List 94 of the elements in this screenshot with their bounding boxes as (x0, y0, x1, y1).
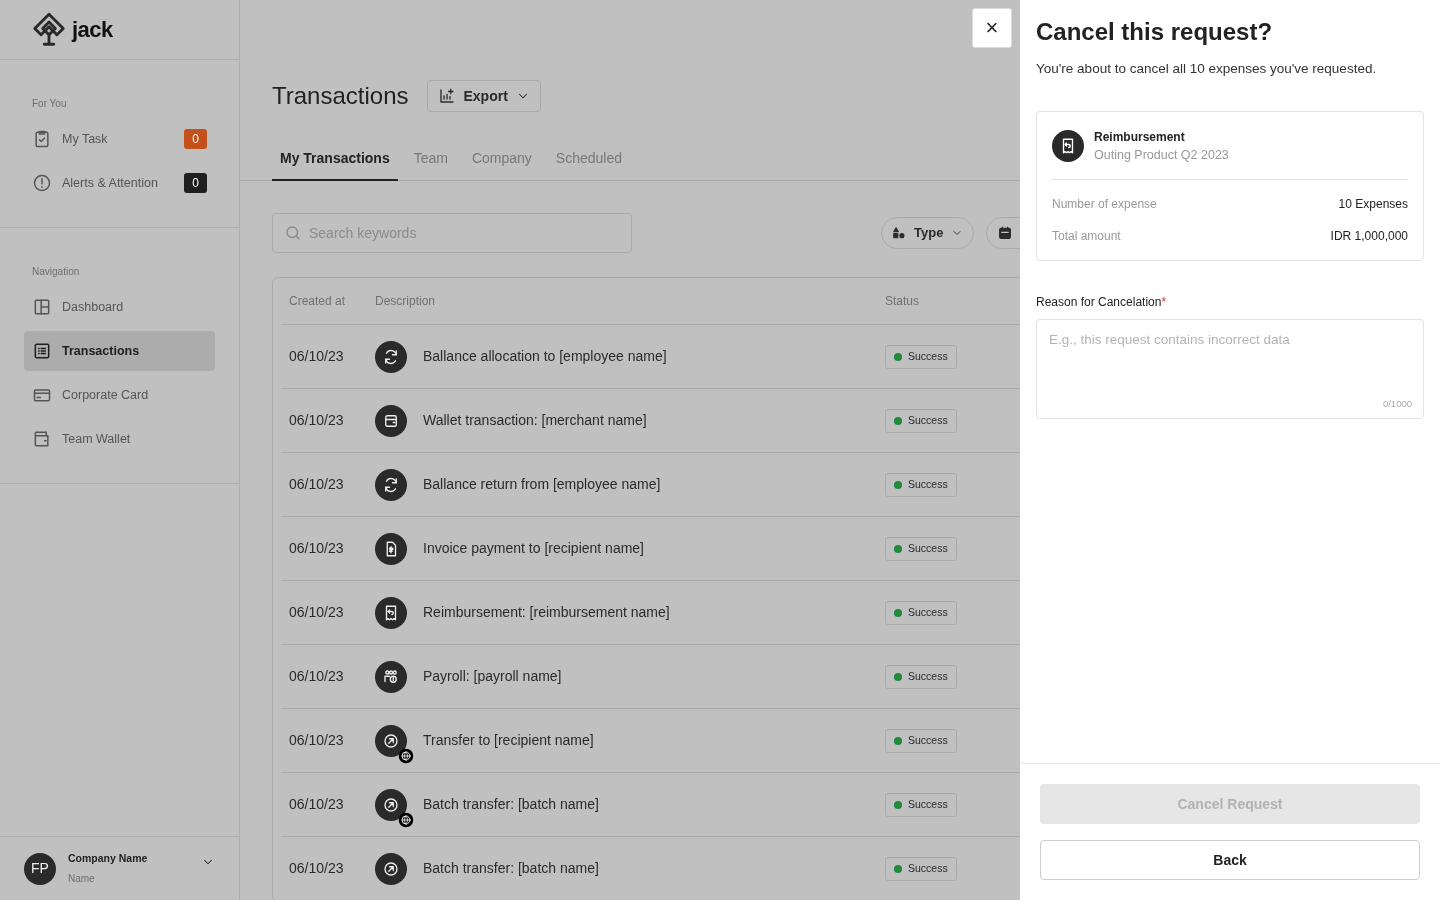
page-title: Transactions (272, 81, 409, 111)
status-badge: Success (885, 537, 957, 561)
tab[interactable]: Team (405, 140, 456, 181)
status-dot (894, 545, 902, 553)
section-heading: For You (31, 97, 68, 111)
description-cell-text: Ballance allocation to [employee name] (423, 347, 667, 366)
arrow-circle-icon (375, 724, 407, 757)
status-badge: Success (885, 601, 957, 625)
status-dot (894, 417, 902, 425)
count-badge: 0 (184, 173, 207, 193)
request-type: Reimbursement (1094, 129, 1186, 147)
column-header: Status (885, 293, 921, 310)
status-dot (894, 737, 902, 745)
section-heading: Navigation (31, 265, 81, 279)
status-dot (894, 353, 902, 361)
back-button[interactable]: Back (1040, 840, 1420, 880)
status-badge: Success (885, 729, 957, 753)
status-badge: Success (885, 473, 957, 497)
status-badge: Success (885, 857, 957, 881)
globe-icon (398, 811, 414, 828)
alert-icon (32, 173, 52, 193)
required-mark: * (1161, 294, 1167, 309)
tab[interactable]: My Transactions (272, 140, 398, 181)
sidebar-item[interactable]: Transactions (24, 331, 215, 371)
date-cell-text: 06/10/23 (288, 731, 345, 750)
sidebar-item[interactable]: Team Wallet (24, 419, 215, 459)
date-cell-text: 06/10/23 (288, 347, 345, 366)
summary-value: IDR 1,000,000 (1330, 227, 1408, 245)
date-cell-text: 06/10/23 (288, 603, 345, 622)
receipt-icon (375, 596, 407, 629)
sidebar-item[interactable]: Alerts & Attention 0 (24, 163, 215, 203)
people-icon (375, 660, 407, 693)
layout-icon (32, 297, 52, 317)
list-icon (32, 341, 52, 361)
field-label: Reason for Cancelation (1036, 294, 1162, 309)
description-cell-text: Batch transfer: [batch name] (423, 859, 599, 878)
status-dot (894, 673, 902, 681)
character-counter: 0/1000 (1382, 396, 1412, 411)
chart-add-icon (437, 87, 456, 105)
export-button[interactable]: Export (426, 80, 541, 112)
summary-label: Number of expense (1052, 195, 1157, 213)
dialog-title: Cancel this request? (1036, 18, 1274, 47)
arrow-circle-icon (375, 788, 407, 821)
close-button[interactable]: × (972, 8, 1012, 48)
status-badge: Success (885, 665, 957, 689)
avatar: FP (24, 852, 56, 885)
description-cell-text: Batch transfer: [batch name] (423, 795, 599, 814)
description-cell-text: Reimbursement: [reimbursement name] (423, 603, 670, 622)
globe-icon (398, 747, 414, 764)
column-header: Created at (288, 293, 347, 310)
wallet-icon (32, 429, 52, 449)
shapes-icon (892, 226, 906, 240)
description-cell-text: Transfer to [recipient name] (423, 731, 594, 750)
invoice-icon (375, 532, 407, 565)
request-name: Outing Product Q2 2023 (1094, 147, 1229, 165)
status-dot (894, 481, 902, 489)
logo-text: jack (72, 16, 113, 44)
status-badge: Success (885, 345, 957, 369)
refresh-icon (375, 468, 407, 501)
count-badge: 0 (184, 129, 207, 149)
description-cell-text: Ballance return from [employee name] (423, 475, 661, 494)
summary-label: Total amount (1052, 227, 1121, 245)
calendar-icon (997, 225, 1014, 241)
status-badge: Success (885, 793, 957, 817)
status-dot (894, 609, 902, 617)
sidebar-item[interactable]: My Task 0 (24, 119, 215, 159)
date-cell-text: 06/10/23 (288, 411, 345, 430)
logo-icon (30, 10, 68, 49)
date-cell-text: 06/10/23 (288, 859, 345, 878)
column-header: Description (375, 293, 437, 310)
company-name: Company Name (68, 851, 148, 867)
status-badge: Success (885, 409, 957, 433)
date-cell-text: 06/10/23 (288, 667, 345, 686)
date-cell-text: 06/10/23 (288, 539, 345, 558)
dialog-subtitle: You're about to cancel all 10 expenses you've requested. (1036, 59, 1378, 78)
description-cell-text: Wallet transaction: [merchant name] (423, 411, 647, 430)
search-icon (284, 224, 302, 242)
status-dot (894, 865, 902, 873)
tab[interactable]: Company (463, 140, 540, 181)
tab[interactable]: Scheduled (547, 140, 631, 181)
status-dot (894, 801, 902, 809)
description-cell-text: Payroll: [payroll name] (423, 667, 562, 686)
date-cell-text: 06/10/23 (288, 475, 345, 494)
wallet-icon (375, 404, 407, 437)
arrow-circle-icon (375, 852, 407, 885)
clipboard-check-icon (32, 129, 52, 149)
receipt-icon (1052, 130, 1084, 163)
sidebar-item[interactable]: Corporate Card (24, 375, 215, 415)
sidebar-item[interactable]: Dashboard (24, 287, 215, 327)
user-name: Name (68, 871, 96, 886)
date-cell-text: 06/10/23 (288, 795, 345, 814)
description-cell-text: Invoice payment to [recipient name] (423, 539, 644, 558)
summary-value: 10 Expenses (1338, 195, 1408, 213)
refresh-icon (375, 340, 407, 373)
